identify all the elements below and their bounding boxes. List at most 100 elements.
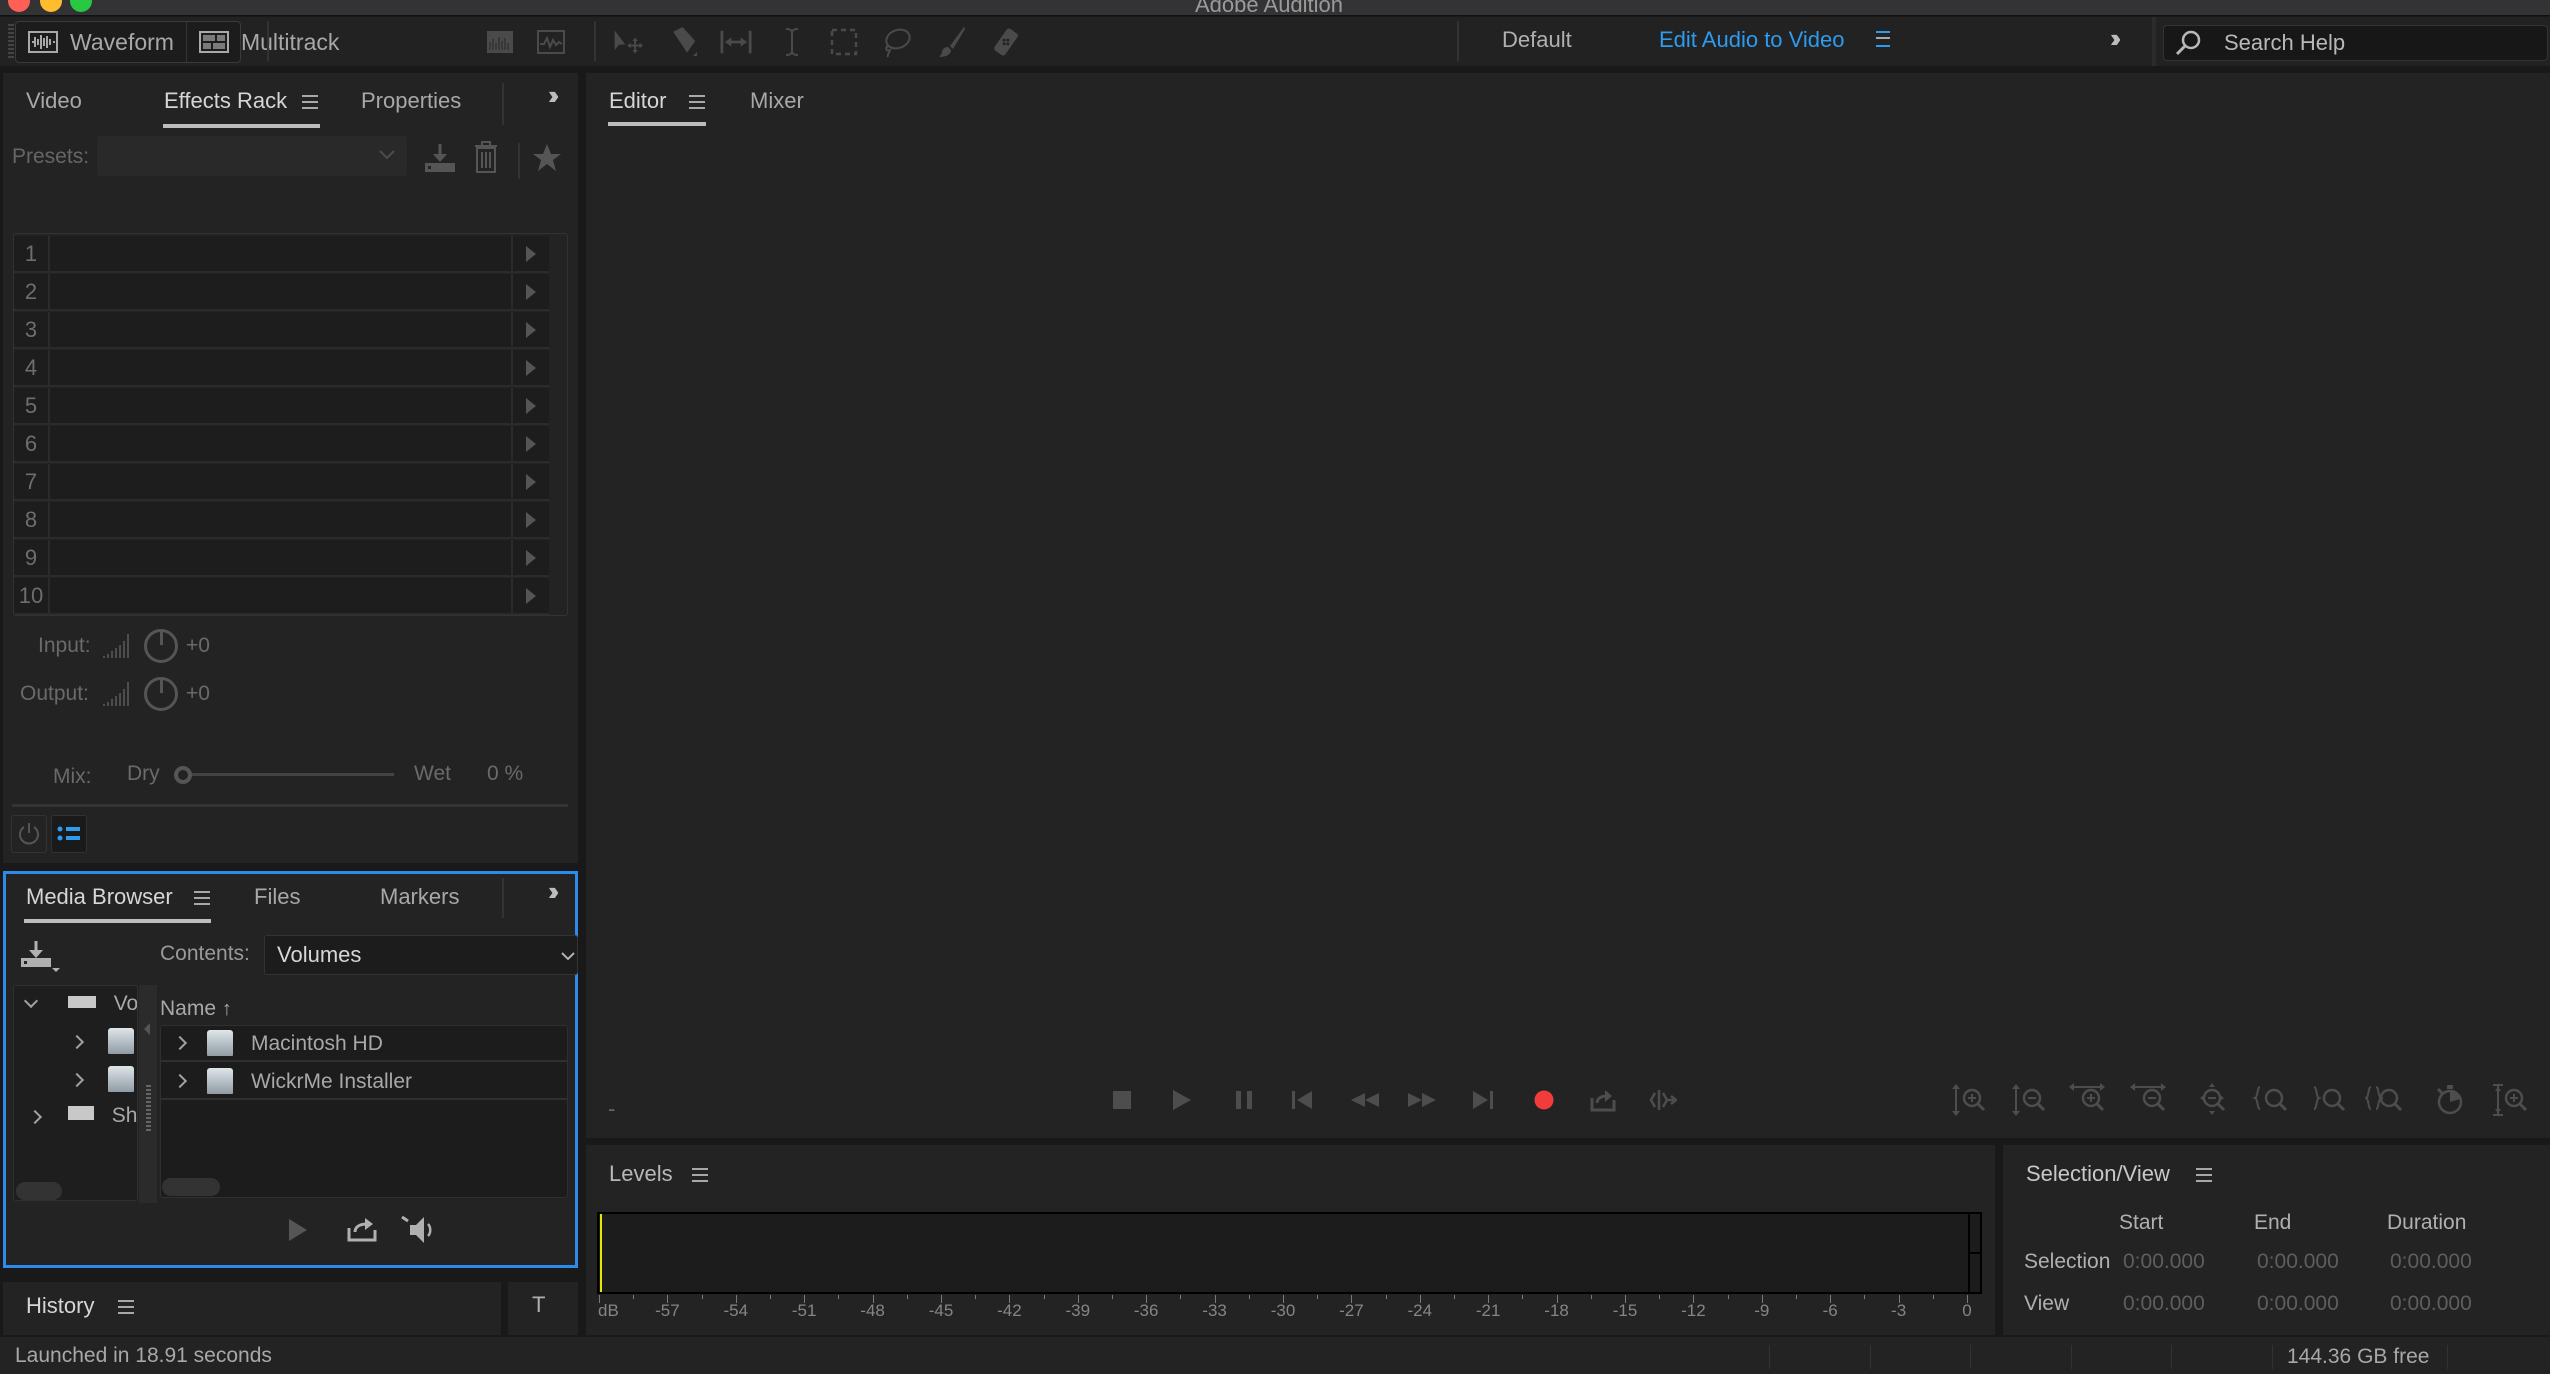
close-window-button[interactable] — [8, 0, 30, 12]
workspace-default[interactable]: Default — [1502, 27, 1572, 53]
output-gain-knob[interactable] — [144, 677, 178, 711]
effect-slot-menu-button[interactable] — [511, 578, 549, 613]
tab-history[interactable]: History — [26, 1293, 94, 1319]
tab-properties[interactable]: Properties — [361, 88, 461, 114]
list-item[interactable]: Macintosh HD — [161, 1026, 567, 1062]
minimize-window-button[interactable] — [40, 0, 62, 12]
mix-slider-track[interactable] — [178, 773, 394, 776]
zoom-in-time-button[interactable] — [2067, 1083, 2107, 1117]
chevron-down-icon[interactable] — [23, 993, 39, 1009]
effect-slot-menu-button[interactable] — [511, 502, 549, 537]
pane-splitter[interactable] — [139, 985, 157, 1203]
waveform-mode-button[interactable]: Waveform — [16, 22, 186, 62]
auto-play-button[interactable] — [400, 1215, 440, 1245]
effect-slot[interactable]: 1 — [14, 236, 549, 273]
tab-effects-rack[interactable]: Effects Rack — [164, 88, 287, 114]
view-start-field[interactable]: 0:00.000 — [2123, 1292, 2205, 1316]
fast-forward-button[interactable] — [1402, 1085, 1442, 1115]
go-to-start-button[interactable] — [1282, 1085, 1322, 1115]
razor-tool-button[interactable] — [668, 27, 700, 57]
more-panels-icon[interactable]: ›› — [548, 876, 560, 907]
effects-power-button[interactable] — [11, 815, 47, 853]
save-preset-button[interactable] — [424, 143, 456, 173]
effect-slot[interactable]: 2 — [14, 274, 549, 311]
tree-item-shortcuts[interactable]: Sho — [27, 1104, 137, 1128]
go-to-end-button[interactable] — [1463, 1085, 1503, 1115]
effect-slot[interactable]: 10 — [14, 578, 549, 615]
levels-menu-button[interactable] — [692, 1168, 708, 1187]
selection-duration-field[interactable]: 0:00.000 — [2390, 1250, 2472, 1274]
presets-dropdown[interactable] — [97, 136, 407, 176]
effect-slot[interactable]: 6 — [14, 426, 549, 463]
workspace-menu-button[interactable] — [1876, 31, 1890, 52]
import-button[interactable] — [20, 940, 66, 974]
chevron-right-icon[interactable] — [27, 1109, 43, 1125]
zoom-to-selection-out-button[interactable] — [2308, 1083, 2348, 1117]
chevron-right-icon[interactable] — [172, 1073, 188, 1089]
effect-slot[interactable]: 4 — [14, 350, 549, 387]
favorite-preset-button[interactable] — [532, 143, 562, 173]
effect-slot-menu-button[interactable] — [511, 426, 549, 461]
effect-slot-menu-button[interactable] — [511, 464, 549, 499]
zoom-out-time-button[interactable] — [2128, 1083, 2168, 1117]
media-browser-menu-button[interactable] — [194, 891, 210, 910]
effect-slot[interactable]: 5 — [14, 388, 549, 425]
view-duration-field[interactable]: 0:00.000 — [2390, 1292, 2472, 1316]
move-tool-button[interactable] — [612, 27, 644, 57]
tab-files[interactable]: Files — [254, 884, 300, 910]
tab-markers[interactable]: Markers — [380, 884, 459, 910]
spot-healing-brush-button[interactable] — [990, 27, 1022, 57]
tab-mixer[interactable]: Mixer — [750, 88, 804, 114]
effect-slot-menu-button[interactable] — [511, 236, 549, 271]
preview-loop-button[interactable] — [347, 1216, 377, 1242]
workspace-edit-audio-to-video[interactable]: Edit Audio to Video — [1659, 27, 1845, 53]
record-button[interactable] — [1524, 1085, 1564, 1115]
slip-tool-button[interactable] — [720, 27, 752, 57]
stop-button[interactable] — [1102, 1085, 1142, 1115]
zoom-to-time-button[interactable] — [2430, 1083, 2470, 1117]
delete-preset-button[interactable] — [473, 140, 499, 174]
chevron-right-icon[interactable] — [172, 1035, 188, 1051]
effect-slot-menu-button[interactable] — [511, 350, 549, 385]
chevron-right-icon[interactable] — [69, 1034, 85, 1049]
selection-view-menu-button[interactable] — [2196, 1168, 2212, 1187]
name-column-header[interactable]: Name ↑ — [160, 997, 232, 1021]
tab-media-browser[interactable]: Media Browser — [26, 884, 173, 910]
tree-item-volumes[interactable]: Vol — [23, 992, 137, 1016]
effect-slot[interactable]: 8 — [14, 502, 549, 539]
skip-selection-button[interactable] — [1642, 1085, 1682, 1115]
effects-list-toggle-button[interactable] — [51, 815, 87, 853]
effect-slot[interactable]: 7 — [14, 464, 549, 501]
list-horizontal-scrollbar[interactable] — [162, 1178, 220, 1196]
effect-slot-menu-button[interactable] — [511, 312, 549, 347]
toolbar-grip[interactable] — [8, 24, 14, 58]
selection-start-field[interactable]: 0:00.000 — [2123, 1250, 2205, 1274]
pause-button[interactable] — [1224, 1085, 1264, 1115]
zoom-out-amplitude-button[interactable] — [2008, 1083, 2048, 1117]
time-selection-tool-button[interactable] — [776, 27, 808, 57]
effect-slot-menu-button[interactable] — [511, 540, 549, 575]
brush-selection-tool-button[interactable] — [936, 27, 968, 57]
tree-item-drive[interactable] — [69, 1028, 134, 1054]
tree-item-drive[interactable] — [69, 1066, 134, 1092]
tab-video[interactable]: Video — [26, 88, 82, 114]
editor-menu-button[interactable] — [689, 95, 705, 114]
list-item[interactable]: WickrMe Installer — [161, 1064, 567, 1100]
view-end-field[interactable]: 0:00.000 — [2257, 1292, 2339, 1316]
effect-slot-menu-button[interactable] — [511, 388, 549, 423]
preview-play-icon[interactable] — [289, 1219, 307, 1241]
zoom-to-selection-in-button[interactable] — [2250, 1083, 2290, 1117]
marquee-selection-tool-button[interactable] — [828, 27, 860, 57]
rewind-button[interactable] — [1345, 1085, 1385, 1115]
more-panels-icon[interactable]: ›› — [548, 80, 560, 111]
loop-playback-button[interactable] — [1583, 1085, 1623, 1115]
selection-end-field[interactable]: 0:00.000 — [2257, 1250, 2339, 1274]
more-workspaces-icon[interactable]: ›› — [2110, 23, 2122, 54]
effect-slot[interactable]: 3 — [14, 312, 549, 349]
tree-horizontal-scrollbar[interactable] — [16, 1182, 62, 1200]
zoom-in-amplitude-button[interactable] — [1948, 1083, 1988, 1117]
effect-slot[interactable]: 9 — [14, 540, 549, 577]
mix-slider-thumb[interactable] — [174, 766, 192, 784]
search-help-field[interactable]: Search Help — [2163, 25, 2548, 61]
input-gain-knob[interactable] — [144, 629, 178, 663]
